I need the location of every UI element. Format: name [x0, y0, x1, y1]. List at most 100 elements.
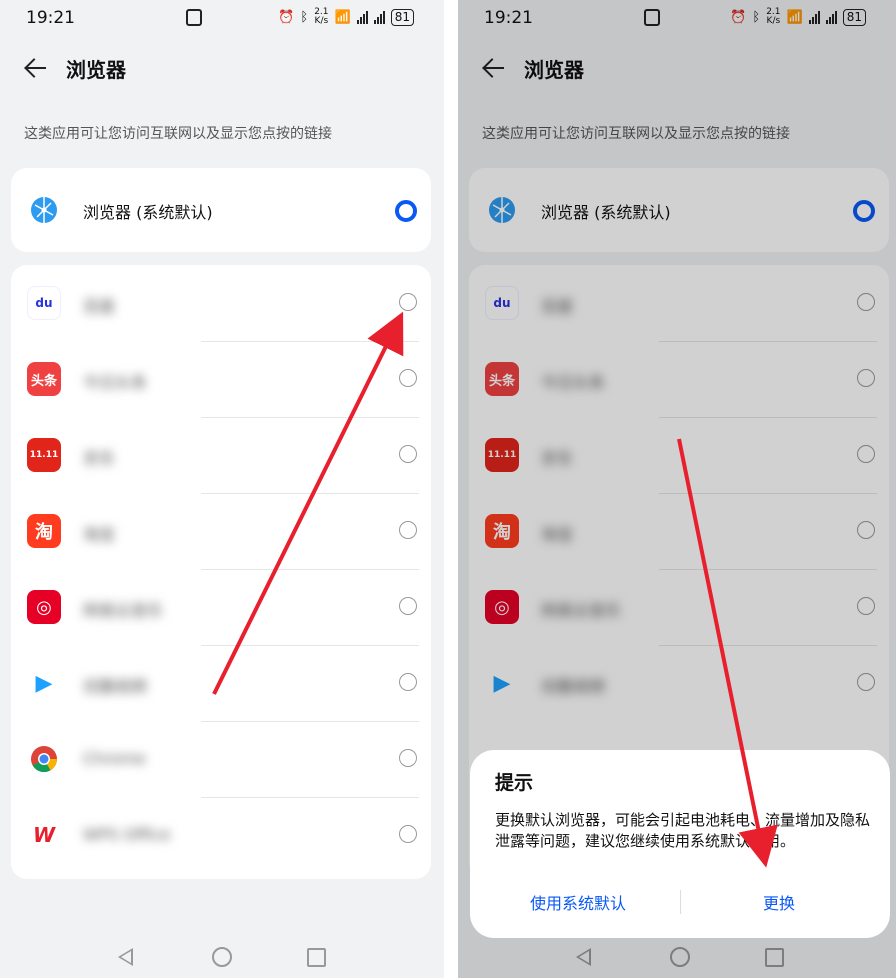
app-name: 网易云音乐 [541, 601, 622, 620]
youku-icon: ▶ [485, 666, 519, 700]
app-name: Chrome [83, 749, 146, 768]
dialog-title: 提示 [495, 772, 534, 794]
battery-icon: 81 [842, 8, 866, 26]
app-radio[interactable] [399, 749, 417, 767]
page-title: 浏览器 [524, 57, 584, 82]
app-radio[interactable] [399, 673, 417, 691]
battery-icon: 81 [390, 8, 414, 26]
nav-home-icon[interactable] [212, 947, 232, 967]
default-browser-card: 浏览器 (系统默认) [469, 168, 889, 252]
status-icons: ⏰ ᛒ 2.1 K/s 📶 81 [278, 8, 414, 26]
chrome-icon [31, 746, 58, 773]
app-radio[interactable] [857, 673, 875, 691]
header: 浏览器 [482, 50, 584, 86]
list-item[interactable]: du 百度 [469, 265, 889, 341]
back-arrow-icon[interactable] [24, 56, 48, 80]
list-item[interactable]: ▶ 优酷视频 [469, 645, 889, 721]
list-item[interactable]: ▶ 优酷视频 [11, 645, 431, 721]
app-name: 百度 [541, 297, 574, 316]
default-browser-name: 浏览器 (系统默认) [541, 203, 671, 222]
app-name: 淘宝 [83, 525, 116, 544]
list-item[interactable]: Chrome [11, 721, 431, 797]
page-description: 这类应用可让您访问互联网以及显示您点按的链接 [24, 126, 332, 142]
bluetooth-icon: ᛒ [752, 9, 761, 25]
app-radio[interactable] [857, 597, 875, 615]
default-browser-row[interactable]: 浏览器 (系统默认) [11, 168, 431, 244]
status-icons: ⏰ ᛒ 2.1 K/s 📶 81 [730, 8, 866, 26]
net-speed: 2.1 K/s [766, 7, 781, 26]
settings-screen-left: 19:21 ⏰ ᛒ 2.1 K/s 📶 81 浏览器 这类应用可让您访问互联网以及… [0, 0, 444, 978]
signal-icon-2 [825, 10, 837, 24]
navigation-bar [0, 942, 444, 978]
default-browser-radio[interactable] [853, 200, 875, 222]
list-item[interactable]: ◎ 网易云音乐 [469, 569, 889, 645]
list-item[interactable]: 头条 今日头条 [469, 341, 889, 417]
baidu-icon: du [485, 286, 519, 320]
app-radio[interactable] [857, 521, 875, 539]
header: 浏览器 [24, 50, 126, 86]
change-button[interactable]: 更换 [763, 890, 795, 914]
nav-recent-icon[interactable] [307, 948, 326, 967]
nav-back-icon[interactable] [118, 948, 133, 966]
app-name: 百度 [83, 297, 116, 316]
page-title: 浏览器 [66, 57, 126, 82]
jd-icon: 11.11 [27, 438, 61, 472]
dialog-button-divider [680, 890, 681, 914]
list-item[interactable]: 淘 淘宝 [469, 493, 889, 569]
nav-home-icon[interactable] [670, 947, 690, 967]
list-item[interactable]: 头条 今日头条 [11, 341, 431, 417]
list-item[interactable]: W WPS Office [11, 797, 431, 873]
back-arrow-icon[interactable] [482, 56, 506, 80]
toutiao-icon: 头条 [485, 362, 519, 396]
app-name: 今日头条 [83, 373, 148, 392]
wifi-icon: 📶 [334, 9, 351, 25]
toutiao-icon: 头条 [27, 362, 61, 396]
app-name: 京东 [83, 449, 116, 468]
list-item[interactable]: 11.11 京东 [469, 417, 889, 493]
app-name: 网易云音乐 [83, 601, 164, 620]
alarm-icon: ⏰ [278, 9, 295, 25]
app-radio[interactable] [399, 369, 417, 387]
status-time: 19:21 [26, 8, 75, 28]
wifi-icon: 📶 [786, 9, 803, 25]
nfc-icon [186, 9, 202, 26]
status-bar: 19:21 ⏰ ᛒ 2.1 K/s 📶 81 [0, 0, 444, 36]
nav-recent-icon[interactable] [765, 948, 784, 967]
page-description: 这类应用可让您访问互联网以及显示您点按的链接 [482, 126, 790, 142]
app-name: 今日头条 [541, 373, 606, 392]
signal-icon [808, 10, 820, 24]
settings-screen-right: 19:21 ⏰ ᛒ 2.1 K/s 📶 81 浏览器 这类应用可让您访问互联网以及… [458, 0, 896, 978]
default-browser-radio[interactable] [395, 200, 417, 222]
signal-icon-2 [373, 10, 385, 24]
app-name: 优酷视频 [83, 677, 148, 696]
default-browser-row[interactable]: 浏览器 (系统默认) [469, 168, 889, 244]
app-radio[interactable] [857, 445, 875, 463]
app-name: 淘宝 [541, 525, 574, 544]
list-item[interactable]: du 百度 [11, 265, 431, 341]
nav-back-icon[interactable] [576, 948, 591, 966]
nfc-icon [644, 9, 660, 26]
netease-music-icon: ◎ [485, 590, 519, 624]
alarm-icon: ⏰ [730, 9, 747, 25]
app-name: 优酷视频 [541, 677, 606, 696]
app-radio[interactable] [399, 597, 417, 615]
app-radio[interactable] [399, 825, 417, 843]
list-item[interactable]: 11.11 京东 [11, 417, 431, 493]
globe-icon [489, 197, 515, 223]
list-item[interactable]: ◎ 网易云音乐 [11, 569, 431, 645]
globe-icon [31, 197, 57, 223]
app-name: 京东 [541, 449, 574, 468]
netease-music-icon: ◎ [27, 590, 61, 624]
list-item[interactable]: 淘 淘宝 [11, 493, 431, 569]
bluetooth-icon: ᛒ [300, 9, 309, 25]
app-radio[interactable] [399, 521, 417, 539]
use-default-button[interactable]: 使用系统默认 [530, 890, 626, 914]
app-radio[interactable] [399, 293, 417, 311]
dialog-message: 更换默认浏览器，可能会引起电池耗电、流量增加及隐私泄露等问题，建议您继续使用系统… [495, 811, 871, 850]
taobao-icon: 淘 [27, 514, 61, 548]
wps-icon: W [27, 818, 61, 852]
default-browser-card: 浏览器 (系统默认) [11, 168, 431, 252]
app-radio[interactable] [399, 445, 417, 463]
app-radio[interactable] [857, 293, 875, 311]
app-radio[interactable] [857, 369, 875, 387]
